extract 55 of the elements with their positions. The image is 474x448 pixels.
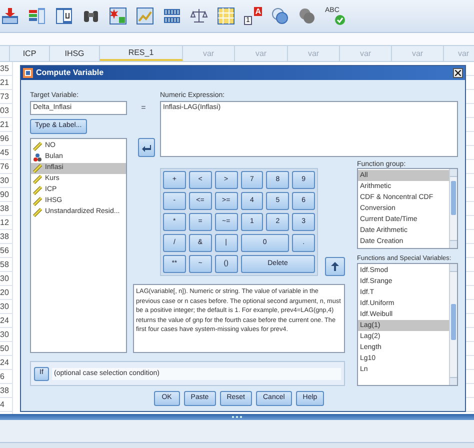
ruler-icon (33, 186, 42, 195)
split-table-icon[interactable] (163, 7, 181, 25)
move-up-button[interactable] (325, 257, 345, 276)
table-cell: 21 (0, 76, 12, 90)
table-cell: 90 (0, 188, 12, 202)
nominal-icon (33, 153, 42, 162)
table-cell: 12 (0, 216, 12, 230)
insert-cases-icon[interactable] (109, 7, 127, 25)
balance-scale-icon[interactable] (190, 7, 208, 25)
ruler-icon (33, 164, 42, 173)
move-arrow-button[interactable] (138, 138, 155, 157)
table-cell: 38 (0, 230, 12, 244)
table-cell: 35 (0, 62, 12, 76)
ruler-icon (33, 197, 42, 206)
column-header[interactable]: IHSG (50, 46, 100, 61)
table-cell: 6 (0, 370, 12, 384)
table-cell: 24 (0, 356, 12, 370)
import-icon[interactable] (1, 7, 19, 25)
close-button[interactable] (453, 68, 463, 78)
table-cell: 21 (0, 118, 12, 132)
left-arrow-icon (142, 144, 151, 152)
ruler-icon (33, 142, 42, 151)
table-cell: 45 (0, 146, 12, 160)
table-cell: 58 (0, 258, 12, 272)
circles-icon[interactable] (271, 7, 289, 25)
scrollbar[interactable] (449, 264, 457, 385)
table-cell: 20 (0, 286, 12, 300)
table-cell: 30 (0, 300, 12, 314)
up-arrow-icon (331, 262, 339, 271)
table-cell: 38 (0, 202, 12, 216)
table-cell: 76 (0, 160, 12, 174)
scrollbar[interactable] (449, 169, 457, 248)
table-cell: 30 (0, 174, 12, 188)
table-cell: 56 (0, 244, 12, 258)
table-cell: 4 (0, 398, 12, 412)
equals-sign: = (141, 102, 146, 114)
table-cell: 73 (0, 90, 12, 104)
close-icon (455, 70, 461, 76)
ruler-icon (33, 208, 42, 217)
table-cell: 24 (0, 314, 12, 328)
app-icon (23, 68, 33, 78)
table-cell: 30 (0, 272, 12, 286)
table-cell: 96 (0, 132, 12, 146)
table-cell: 30 (0, 328, 12, 342)
table-cell: 38 (0, 384, 12, 398)
table-icon[interactable] (55, 7, 73, 25)
ruler-icon (33, 175, 42, 184)
column-header[interactable]: RES_1 (100, 46, 183, 61)
table-cell: 50 (0, 342, 12, 356)
window-title: Compute Variable (36, 67, 104, 79)
column-header[interactable]: ICP (10, 46, 50, 61)
table-cell: 03 (0, 104, 12, 118)
circles-icon[interactable] (298, 7, 316, 25)
chart-icon[interactable] (136, 7, 154, 25)
variable-list-icon[interactable] (28, 7, 46, 25)
